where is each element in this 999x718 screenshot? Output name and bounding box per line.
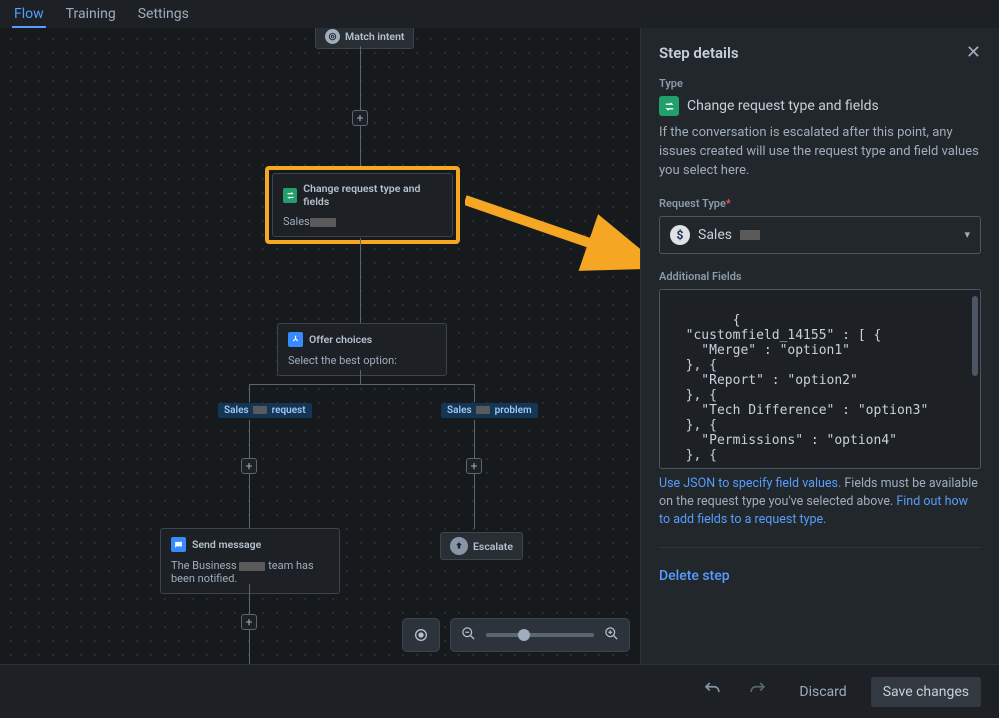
add-step-button-left[interactable]: + <box>241 458 257 474</box>
escalate-label-r: Escalate <box>473 540 513 553</box>
tab-flow[interactable]: Flow <box>12 4 46 28</box>
send-icon <box>171 537 186 552</box>
discard-button[interactable]: Discard <box>787 677 858 707</box>
escalate-icon <box>450 537 468 555</box>
canvas-controls <box>402 618 630 652</box>
zoom-in-button[interactable] <box>604 626 619 645</box>
node-change-request-highlighted[interactable]: Change request type and fields Sales <box>265 166 460 244</box>
footer: Discard Save changes <box>0 664 999 718</box>
offer-title: Offer choices <box>309 333 372 346</box>
recenter-button[interactable] <box>402 618 440 652</box>
choices-icon <box>288 332 303 347</box>
helper-link-json[interactable]: Use JSON to specify field values. <box>659 476 841 491</box>
tab-training[interactable]: Training <box>64 4 118 28</box>
type-name: Change request type and fields <box>687 98 879 114</box>
change-icon <box>659 96 679 116</box>
request-type-value: Sales <box>698 227 732 243</box>
node-match-intent[interactable]: ◎ Match intent <box>315 28 414 49</box>
save-changes-button[interactable]: Save changes <box>871 677 981 707</box>
change-card-title: Change request type and fields <box>303 182 442 208</box>
add-step-button-bottom[interactable]: + <box>241 614 257 630</box>
undo-button[interactable] <box>695 676 729 707</box>
redacted-text <box>310 218 336 227</box>
additional-fields-label: Additional Fields <box>659 270 981 283</box>
delete-step-link[interactable]: Delete step <box>659 568 730 584</box>
target-icon: ◎ <box>325 29 340 44</box>
annotation-arrow <box>465 180 640 290</box>
step-details-panel: Step details ✕ Type Change request type … <box>640 28 999 664</box>
match-intent-label: Match intent <box>345 30 404 43</box>
tab-settings[interactable]: Settings <box>136 4 191 28</box>
json-content: { "customfield_14155" : [ { "Merge" : "o… <box>670 313 928 463</box>
type-label: Type <box>659 77 981 90</box>
chevron-down-icon: ▾ <box>964 228 970 241</box>
zoom-slider[interactable] <box>486 633 594 637</box>
branch-right[interactable]: Sales problem <box>441 403 538 418</box>
zoom-slider-thumb[interactable] <box>518 629 530 641</box>
change-icon <box>283 188 297 203</box>
node-offer-choices[interactable]: Offer choices Select the best option: <box>277 323 447 376</box>
change-card-value: Sales <box>283 215 310 228</box>
scrollbar[interactable] <box>972 296 978 376</box>
offer-body: Select the best option: <box>288 354 436 367</box>
redo-button[interactable] <box>741 676 775 707</box>
zoom-out-button[interactable] <box>461 626 476 645</box>
flow-canvas[interactable]: ◎ Match intent + Change request type and… <box>0 28 640 664</box>
close-icon[interactable]: ✕ <box>966 42 981 63</box>
add-step-button-right[interactable]: + <box>466 458 482 474</box>
additional-fields-textarea[interactable]: { "customfield_14155" : [ { "Merge" : "o… <box>659 289 981 469</box>
helper-text: Use JSON to specify field values. Fields… <box>659 475 981 529</box>
send-title: Send message <box>192 538 261 551</box>
top-tabs: Flow Training Settings <box>0 0 999 28</box>
dollar-icon: $ <box>670 225 690 245</box>
add-step-button-1[interactable]: + <box>352 110 368 126</box>
panel-title: Step details <box>659 44 739 62</box>
node-send-message[interactable]: Send message The Business team has been … <box>160 528 340 594</box>
type-description: If the conversation is escalated after t… <box>659 124 981 181</box>
node-escalate-right[interactable]: Escalate <box>440 532 523 560</box>
request-type-label: Request Type <box>659 197 726 210</box>
branch-left[interactable]: Sales request <box>218 403 312 418</box>
request-type-select[interactable]: $ Sales ▾ <box>659 216 981 254</box>
